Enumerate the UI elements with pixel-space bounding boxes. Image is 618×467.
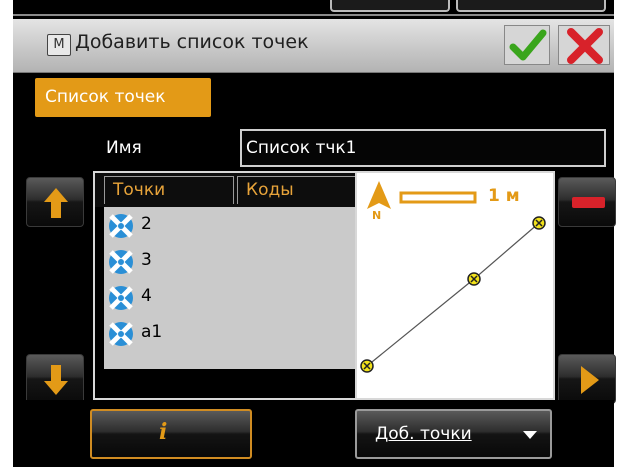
map-preview[interactable]: N 1 м [355, 171, 555, 400]
checkmark-icon [509, 29, 547, 61]
move-up-button[interactable] [26, 177, 84, 227]
column-header-points[interactable]: Точки [104, 176, 234, 204]
point-name: 2 [141, 214, 152, 234]
column-label-points: Точки [113, 180, 166, 200]
list-item[interactable]: 2 [104, 207, 359, 243]
name-label: Имя [106, 138, 142, 158]
top-button-left[interactable] [330, 0, 450, 12]
info-button[interactable]: i [90, 409, 252, 459]
point-icon [109, 214, 133, 238]
map-point-icon [532, 216, 546, 230]
top-toolbar-remnant [13, 0, 614, 16]
add-points-dropdown[interactable]: Доб. точки [355, 409, 552, 459]
screenshot-frame: M Добавить список точек Список точек Имя [0, 0, 618, 467]
ok-button[interactable] [504, 25, 550, 65]
arrow-right-icon [581, 366, 599, 394]
arrow-down-icon [44, 365, 68, 395]
device-screen: M Добавить список точек Список точек Имя [13, 0, 616, 467]
cancel-button[interactable] [558, 25, 610, 65]
chevron-down-icon [523, 431, 537, 439]
top-button-right[interactable] [456, 0, 606, 12]
points-list[interactable]: Точки Коды 2 3 4 a1 [93, 171, 364, 400]
add-points-label: Доб. точки [375, 424, 472, 444]
tab-point-list[interactable]: Список точек [35, 78, 211, 117]
route-line [366, 222, 540, 367]
point-name: 3 [141, 250, 152, 270]
list-item[interactable]: 4 [104, 279, 359, 315]
scale-bar [399, 191, 477, 204]
column-header-codes[interactable]: Коды [237, 176, 359, 204]
map-canvas: N [360, 181, 546, 373]
arrow-up-icon [44, 188, 68, 218]
column-label-codes: Коды [246, 180, 294, 200]
north-arrow-icon: N [367, 181, 391, 222]
scale-label: 1 м [488, 186, 520, 206]
next-button[interactable] [558, 354, 616, 404]
window-title: Добавить список точек [75, 31, 309, 53]
list-header: Точки Коды [95, 173, 362, 207]
point-icon [109, 250, 133, 274]
info-icon: i [159, 419, 168, 445]
remove-point-button[interactable] [558, 177, 616, 227]
move-down-button[interactable] [26, 354, 84, 404]
name-input[interactable] [240, 129, 606, 167]
map-point-icon [360, 359, 374, 373]
point-icon [109, 322, 133, 346]
list-item[interactable]: a1 [104, 315, 359, 351]
app-menu-icon[interactable]: M [47, 34, 71, 56]
point-name: a1 [141, 322, 163, 342]
close-icon [567, 28, 603, 64]
point-name: 4 [141, 286, 152, 306]
minus-icon [572, 197, 605, 208]
list-body: 2 3 4 a1 [104, 207, 359, 369]
point-icon [109, 286, 133, 310]
svg-text:N: N [372, 209, 381, 222]
map-point-icon [467, 272, 481, 286]
list-item[interactable]: 3 [104, 243, 359, 279]
